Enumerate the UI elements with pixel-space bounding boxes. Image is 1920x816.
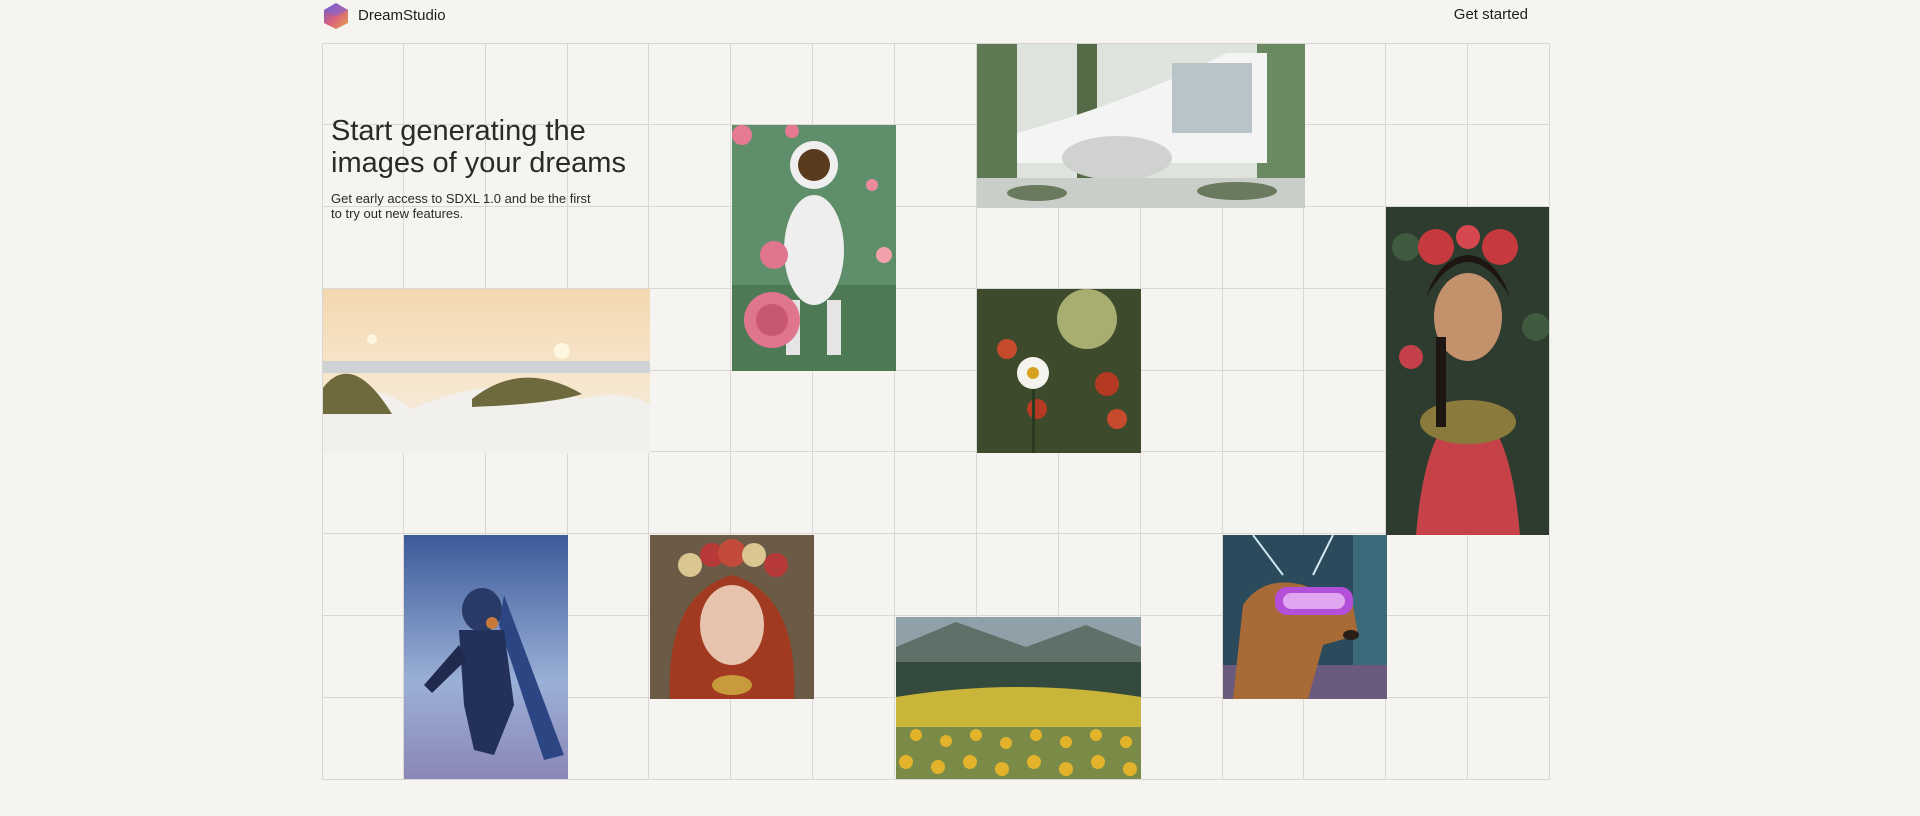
grid-cell (813, 43, 896, 125)
image-grid: Start generating the images of your drea… (322, 43, 1550, 780)
grid-cell (813, 616, 896, 699)
hero-subtitle: Get early access to SDXL 1.0 and be the … (331, 191, 591, 221)
top-bar: DreamStudio Get started (322, 0, 1550, 43)
hero-title: Start generating the images of your drea… (331, 115, 626, 179)
grid-cell (322, 698, 404, 780)
modern-house-image[interactable] (977, 43, 1305, 208)
grid-cell (567, 452, 650, 535)
grid-cell (567, 43, 650, 125)
grid-cell (649, 370, 732, 453)
grid-cell (895, 124, 977, 207)
grid-cell (1468, 616, 1550, 699)
grid-cell (1140, 288, 1223, 371)
grid-cell (1304, 452, 1387, 535)
grid-cell (1222, 370, 1305, 453)
grid-cell (567, 616, 650, 699)
grid-cell (1468, 698, 1550, 780)
grid-cell (976, 452, 1059, 535)
grid-cell (1304, 288, 1387, 371)
dreamstudio-logo-icon[interactable] (322, 2, 350, 30)
grid-cell (813, 370, 896, 453)
grid-cell (322, 534, 404, 617)
grid-cell (895, 288, 977, 371)
grid-cell (895, 534, 977, 617)
grid-cell (1468, 43, 1550, 125)
grid-cell (485, 43, 568, 125)
grid-cell (1140, 616, 1223, 699)
grid-cell (895, 43, 977, 125)
hero-section: Start generating the images of your drea… (331, 115, 661, 221)
grid-cell (1222, 698, 1305, 780)
grid-cell (649, 698, 732, 780)
grid-cell (649, 43, 732, 125)
grid-cell (1304, 206, 1387, 289)
flower-crown-woman-image[interactable] (650, 535, 814, 699)
grid-cell (1222, 288, 1305, 371)
grid-cell (1222, 206, 1305, 289)
grid-cell (1140, 534, 1223, 617)
grid-cell (1468, 124, 1550, 207)
grid-cell (1304, 370, 1387, 453)
grid-cell (649, 288, 732, 371)
grid-cell (813, 698, 896, 780)
grid-cell (731, 452, 814, 535)
grid-cell (813, 534, 896, 617)
grid-cell (895, 370, 977, 453)
grid-cell (567, 534, 650, 617)
grid-cell (1304, 124, 1387, 207)
grid-cell (731, 698, 814, 780)
grid-cell (1058, 452, 1141, 535)
grid-cell (1140, 206, 1223, 289)
grid-cell (813, 452, 896, 535)
get-started-button[interactable]: Get started (1454, 6, 1528, 23)
grid-cell (322, 616, 404, 699)
grid-cell (1058, 206, 1141, 289)
grid-cell (976, 206, 1059, 289)
grid-cell (1386, 124, 1469, 207)
grid-cell (1140, 452, 1223, 535)
grid-cell (1386, 698, 1469, 780)
daisy-flower-image[interactable] (977, 289, 1141, 453)
grid-cell (1304, 698, 1387, 780)
grid-cell (403, 452, 486, 535)
grid-cell (1222, 452, 1305, 535)
grid-cell (1468, 534, 1550, 617)
grid-cell (1386, 534, 1469, 617)
grid-cell (1058, 534, 1141, 617)
grid-cell (1140, 370, 1223, 453)
grid-cell (731, 43, 814, 125)
grid-cell (895, 452, 977, 535)
grid-cell (1386, 616, 1469, 699)
grid-cell (649, 452, 732, 535)
grid-cell (1386, 43, 1469, 125)
grid-cell (1304, 43, 1387, 125)
grid-cell (1140, 698, 1223, 780)
grid-cell (895, 206, 977, 289)
beach-dunes-sunset-image[interactable] (322, 289, 650, 453)
grid-cell (976, 534, 1059, 617)
grid-cell (322, 452, 404, 535)
vr-dog-image[interactable] (1223, 535, 1387, 699)
brand-name[interactable]: DreamStudio (358, 7, 446, 24)
grid-cell (567, 698, 650, 780)
grid-cell (485, 452, 568, 535)
astronaut-with-roses-image[interactable] (732, 125, 896, 371)
frida-portrait-image[interactable] (1386, 207, 1550, 535)
grid-cell (403, 43, 486, 125)
grid-cell (322, 43, 404, 125)
armored-hero-image[interactable] (404, 535, 568, 780)
grid-cell (731, 370, 814, 453)
grid-cell (649, 206, 732, 289)
grid-cell (649, 124, 732, 207)
yellow-flower-field-image[interactable] (896, 617, 1141, 780)
